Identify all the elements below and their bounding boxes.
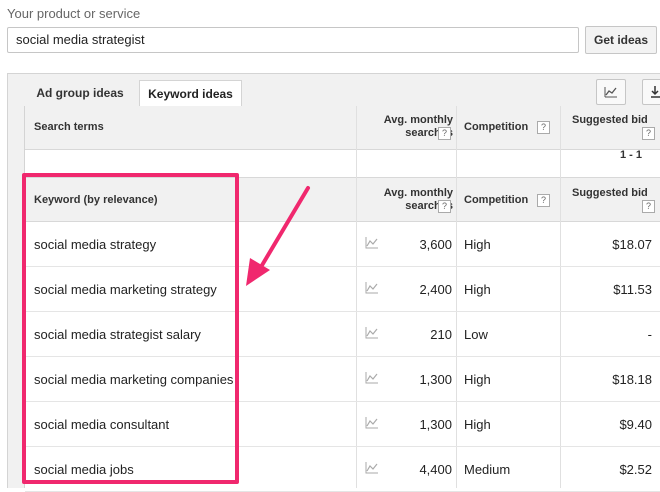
searches-cell: 210 (430, 327, 452, 342)
bid-cell: $11.53 (613, 282, 652, 297)
highlight-arrow-icon (246, 186, 310, 286)
help-icon[interactable]: ? (642, 200, 655, 213)
trend-chart-icon[interactable] (364, 460, 380, 476)
bid-cell: - (647, 327, 652, 342)
trend-chart-icon[interactable] (364, 235, 380, 251)
pagination-label: 1 - 1 (620, 149, 643, 161)
product-label: Your product or service (7, 6, 141, 21)
help-icon[interactable]: ? (537, 121, 550, 134)
col-search-terms[interactable]: Search terms (34, 121, 104, 133)
searches-cell: 1,300 (419, 372, 452, 387)
help-icon[interactable]: ? (438, 200, 451, 213)
competition-cell: Low (464, 327, 488, 342)
help-icon[interactable]: ? (438, 127, 451, 140)
competition-cell: Medium (464, 462, 511, 477)
chart-toggle-button[interactable] (596, 79, 626, 105)
competition-cell: High (464, 282, 491, 297)
trend-chart-icon[interactable] (364, 280, 380, 296)
help-icon[interactable]: ? (642, 127, 655, 140)
col-competition[interactable]: Competition (464, 194, 528, 206)
searches-cell: 1,300 (419, 417, 452, 432)
search-terms-header: Search terms Avg. monthly searches ? Com… (25, 106, 660, 150)
chart-icon (604, 87, 617, 98)
help-icon[interactable]: ? (537, 194, 550, 207)
searches-cell: 2,400 (419, 282, 452, 297)
get-ideas-button[interactable]: Get ideas (585, 26, 657, 54)
bid-cell: $18.07 (612, 237, 652, 252)
competition-cell: High (464, 237, 491, 252)
trend-chart-icon[interactable] (364, 325, 380, 341)
tab-keyword-ideas[interactable]: Keyword ideas (139, 80, 242, 107)
tab-ad-group-ideas[interactable]: Ad group ideas (28, 80, 132, 106)
bid-cell: $18.18 (612, 372, 652, 387)
trend-chart-icon[interactable] (364, 370, 380, 386)
competition-cell: High (464, 417, 491, 432)
trend-chart-icon[interactable] (364, 415, 380, 431)
competition-cell: High (464, 372, 491, 387)
col-suggested-bid[interactable]: Suggested bid (572, 114, 648, 126)
searches-cell: 3,600 (419, 237, 452, 252)
searches-cell: 4,400 (419, 462, 452, 477)
download-icon (651, 86, 660, 98)
col-suggested-bid[interactable]: Suggested bid (572, 187, 648, 199)
download-button[interactable] (642, 79, 660, 105)
bid-cell: $2.52 (619, 462, 652, 477)
highlight-box (22, 173, 239, 484)
col-competition[interactable]: Competition (464, 121, 528, 133)
bid-cell: $9.40 (619, 417, 652, 432)
product-search-input[interactable]: social media strategist (7, 27, 579, 53)
